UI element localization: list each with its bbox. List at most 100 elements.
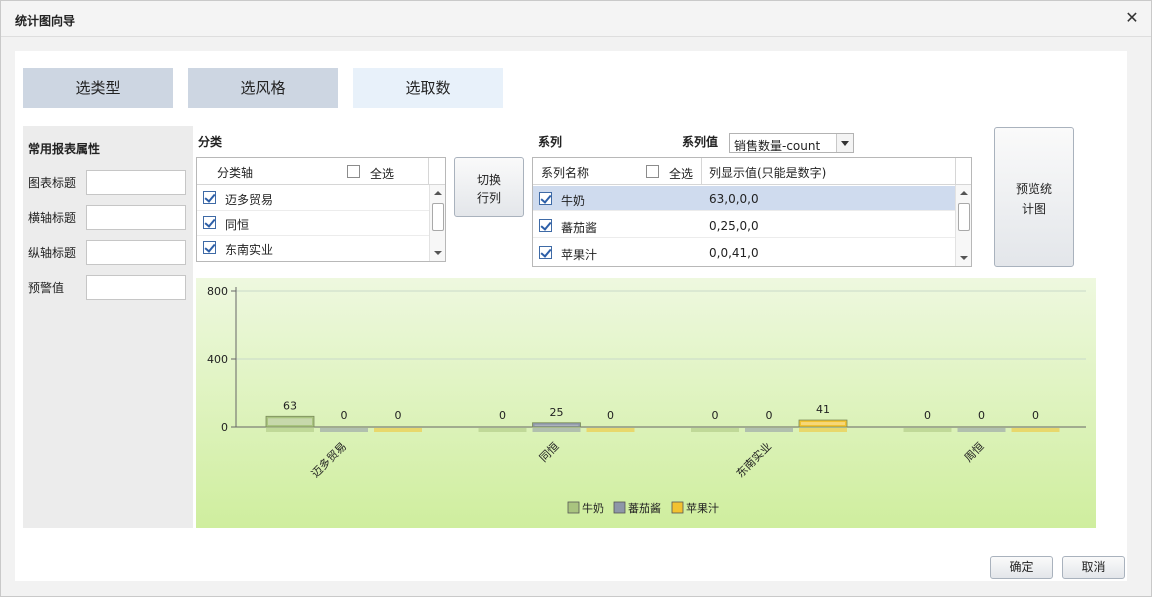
step-tab-style[interactable]: 选风格 (188, 68, 338, 108)
x-tick-label: 迈多贸易 (308, 439, 349, 480)
chevron-down-icon[interactable] (836, 134, 853, 152)
data-label: 0 (978, 409, 985, 422)
switch-button-line1: 切换 (476, 173, 501, 187)
chart-preview: 0 400 800 63 0 0 迈多贸易 0 25 0 同恒 0 0 41 东南实业 0 0 0 周恒 牛奶 蕃茄酱 苹… (196, 278, 1096, 528)
data-label: 0 (607, 409, 614, 422)
series-checkbox[interactable] (539, 192, 552, 205)
y-axis-title-label: 纵轴标题 (28, 246, 77, 260)
category-row[interactable]: 东南实业 (197, 236, 430, 261)
series-row[interactable]: 蕃茄酱 0,25,0,0 (533, 213, 956, 238)
bar-base (478, 428, 527, 432)
legend-label: 牛奶 (582, 501, 604, 515)
bar-highlight (801, 422, 845, 425)
series-values[interactable]: 0,25,0,0 (709, 219, 759, 233)
series-checkbox[interactable] (539, 219, 552, 232)
category-select-all-label: 全选 (370, 167, 395, 181)
data-label: 41 (816, 403, 830, 416)
category-scrollbar[interactable] (429, 185, 445, 261)
series-section-label: 系列 (538, 135, 563, 149)
x-tick-label: 东南实业 (733, 439, 774, 480)
series-row[interactable]: 牛奶 63,0,0,0 (533, 186, 956, 211)
series-value-header: 列显示值(只能是数字) (709, 166, 827, 180)
chart-title-input[interactable] (86, 170, 186, 195)
series-list-header: 系列名称 全选 列显示值(只能是数字) (533, 158, 971, 185)
x-axis-title-input[interactable] (86, 205, 186, 230)
category-row[interactable]: 迈多贸易 (197, 186, 430, 211)
data-label: 0 (712, 409, 719, 422)
step-tab-data[interactable]: 选取数 (353, 68, 503, 108)
warning-value-input[interactable] (86, 275, 186, 300)
x-tick-label: 同恒 (537, 440, 562, 465)
category-row[interactable]: 同恒 (197, 211, 430, 236)
category-checkbox[interactable] (203, 241, 216, 254)
wizard-body: 选类型 选风格 选取数 常用报表属性 图表标题 横轴标题 纵轴标题 预警值 分类… (15, 51, 1127, 581)
scroll-up-icon[interactable] (960, 191, 968, 195)
ok-button[interactable]: 确定 (990, 556, 1053, 579)
series-name: 牛奶 (561, 194, 586, 208)
title-bar[interactable]: 统计图向导 ✕ (1, 1, 1151, 37)
bar-base (586, 428, 635, 432)
x-tick-label: 周恒 (962, 440, 987, 465)
series-select-all-checkbox[interactable] (646, 165, 659, 178)
series-name-header: 系列名称 (541, 166, 590, 180)
y-tick-label: 0 (221, 421, 228, 434)
bar-base (266, 428, 314, 432)
legend-label: 蕃茄酱 (628, 501, 661, 515)
category-label: 同恒 (225, 218, 250, 232)
header-divider (955, 158, 956, 185)
switch-rows-cols-button[interactable]: 切换 行列 (454, 157, 524, 217)
series-select-all-label: 全选 (669, 167, 694, 181)
bar-base (745, 428, 793, 432)
data-label: 63 (283, 399, 297, 412)
step-tab-type[interactable]: 选类型 (23, 68, 173, 108)
preview-button-line2: 计图 (1021, 202, 1046, 216)
preview-chart-button[interactable]: 预览统 计图 (994, 127, 1074, 267)
legend-swatch (567, 501, 580, 514)
data-label: 0 (1032, 409, 1039, 422)
y-tick-label: 800 (207, 285, 228, 298)
category-checkbox[interactable] (203, 191, 216, 204)
bar-base (1011, 428, 1060, 432)
scroll-thumb[interactable] (432, 203, 444, 231)
scroll-up-icon[interactable] (434, 191, 442, 195)
x-axis-title-label: 横轴标题 (28, 211, 77, 225)
series-values[interactable]: 0,0,41,0 (709, 246, 759, 260)
series-row[interactable]: 苹果汁 0,0,41,0 (533, 240, 956, 265)
bar-base (374, 428, 422, 432)
properties-header: 常用报表属性 (28, 142, 101, 156)
category-checkbox[interactable] (203, 216, 216, 229)
category-label: 迈多贸易 (225, 193, 274, 207)
scroll-thumb[interactable] (958, 203, 970, 231)
scroll-down-icon[interactable] (434, 251, 442, 255)
series-scrollbar[interactable] (955, 185, 971, 266)
scroll-down-icon[interactable] (960, 256, 968, 260)
category-list-header: 分类轴 全选 (197, 158, 445, 185)
data-label: 25 (550, 406, 564, 419)
warning-value-label: 预警值 (28, 281, 65, 295)
bar-base (903, 428, 952, 432)
data-label: 0 (766, 409, 773, 422)
series-checkbox[interactable] (539, 246, 552, 259)
cancel-button[interactable]: 取消 (1062, 556, 1125, 579)
bar-highlight (268, 418, 312, 425)
series-value-selected: 销售数量-count (734, 139, 821, 153)
category-axis-header: 分类轴 (217, 166, 254, 180)
series-value-select[interactable]: 销售数量-count (729, 133, 854, 153)
header-divider (701, 158, 702, 185)
bar-base (532, 428, 581, 432)
header-divider (428, 158, 429, 185)
category-select-all-checkbox[interactable] (347, 165, 360, 178)
chart-title-label: 图表标题 (28, 176, 77, 190)
series-name: 苹果汁 (561, 248, 598, 262)
series-value-label: 系列值 (682, 135, 719, 149)
switch-button-line2: 行列 (476, 191, 501, 205)
data-label: 0 (341, 409, 348, 422)
close-icon[interactable]: ✕ (1123, 9, 1141, 27)
y-tick-label: 400 (207, 353, 228, 366)
data-label: 0 (924, 409, 931, 422)
bar-base (320, 428, 368, 432)
series-list: 系列名称 全选 列显示值(只能是数字) 牛奶 63,0,0,0 蕃茄酱 0,25… (532, 157, 972, 267)
data-label: 0 (395, 409, 402, 422)
series-values[interactable]: 63,0,0,0 (709, 192, 759, 206)
y-axis-title-input[interactable] (86, 240, 186, 265)
